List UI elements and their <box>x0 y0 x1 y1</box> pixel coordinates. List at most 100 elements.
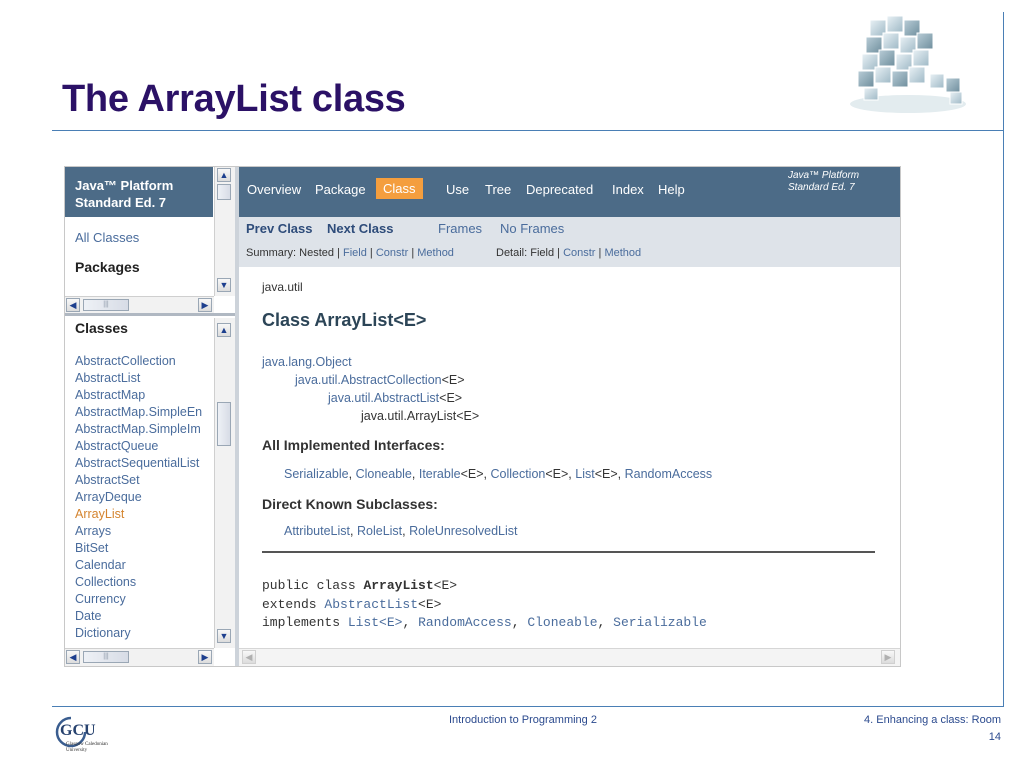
detail-constr-link[interactable]: Constr <box>563 247 595 259</box>
all-classes-link[interactable]: All Classes <box>75 230 139 245</box>
list-link[interactable]: List <box>575 467 594 481</box>
nav-tree[interactable]: Tree <box>485 182 511 197</box>
class-list-item[interactable]: Calendar <box>75 557 215 574</box>
hierarchy-row: java.util.AbstractCollection<E> <box>295 373 465 387</box>
scroll-left-icon[interactable]: ◀ <box>66 298 80 312</box>
list-code-link[interactable]: List<E> <box>348 615 403 630</box>
nav-class[interactable]: Class <box>376 178 423 199</box>
cloneable-code-link[interactable]: Cloneable <box>527 615 597 630</box>
packages-heading: Packages <box>75 259 140 275</box>
summary-field-link[interactable]: Field <box>343 247 367 259</box>
sub-navbar: Prev Class Next Class Frames No Frames S… <box>239 217 900 267</box>
class-list-item[interactable]: ArrayList <box>75 506 215 523</box>
scroll-down-icon[interactable]: ▼ <box>217 278 231 292</box>
hierarchy-class-name: java.util.ArrayList <box>361 409 457 423</box>
classes-heading: Classes <box>75 320 128 336</box>
class-list-item[interactable]: AbstractMap.SimpleIm <box>75 421 215 438</box>
scroll-left-icon[interactable]: ◀ <box>242 650 256 664</box>
packages-vscroll[interactable]: ▲ ▼ <box>214 167 235 296</box>
code-line-2: extends AbstractList<E> <box>262 597 442 612</box>
scroll-thumb[interactable] <box>217 184 231 200</box>
class-title: Class ArrayList<E> <box>262 310 427 330</box>
cloneable-link[interactable]: Cloneable <box>356 467 412 481</box>
class-list-item[interactable]: Collections <box>75 574 215 591</box>
scroll-right-icon[interactable]: ▶ <box>198 298 212 312</box>
detail-method-link[interactable]: Method <box>604 247 641 259</box>
javadoc-screenshot: Java™ Platform Standard Ed. 7 ▲ ▼ All Cl… <box>64 166 901 667</box>
footer-course: Introduction to Programming 2 <box>449 714 597 726</box>
class-list-item[interactable]: AbstractSet <box>75 472 215 489</box>
prev-class-link[interactable]: Prev Class <box>246 221 313 236</box>
classes-vscroll[interactable]: ▲ ▼ <box>214 318 235 648</box>
next-class-link[interactable]: Next Class <box>327 221 393 236</box>
nav-deprecated[interactable]: Deprecated <box>526 182 593 197</box>
logo-text: GCU <box>60 722 96 739</box>
no-frames-link[interactable]: No Frames <box>500 221 564 236</box>
class-list-item[interactable]: AbstractList <box>75 370 215 387</box>
hierarchy-class-name[interactable]: java.util.AbstractList <box>328 391 439 405</box>
title-divider <box>52 130 1004 131</box>
role-list-link[interactable]: RoleList <box>357 524 402 538</box>
classes-hscroll[interactable]: ◀ ||| ▶ <box>65 648 214 666</box>
serializable-code-link[interactable]: Serializable <box>613 615 707 630</box>
class-list-item[interactable]: AbstractSequentialList <box>75 455 215 472</box>
attribute-list-link[interactable]: AttributeList <box>284 524 350 538</box>
hscroll-thumb[interactable]: ||| <box>83 651 129 663</box>
hierarchy-class-name[interactable]: java.lang.Object <box>262 355 352 369</box>
class-list-item[interactable]: Date <box>75 608 215 625</box>
content-hscroll[interactable]: ◀ ▶ <box>239 648 900 666</box>
left-panel-header: Java™ Platform Standard Ed. 7 <box>65 167 213 217</box>
frame-splitter[interactable] <box>65 313 235 316</box>
nav-package[interactable]: Package <box>315 182 366 197</box>
detail-links: Detail: Field | Constr | Method <box>496 247 642 259</box>
collection-link[interactable]: Collection <box>490 467 545 481</box>
slide-title: The ArrayList class <box>62 78 406 120</box>
nav-index[interactable]: Index <box>612 182 644 197</box>
random-access-link[interactable]: RandomAccess <box>625 467 713 481</box>
scroll-down-icon[interactable]: ▼ <box>217 629 231 643</box>
nav-help[interactable]: Help <box>658 182 685 197</box>
class-list-item[interactable]: AbstractQueue <box>75 438 215 455</box>
scroll-up-icon[interactable]: ▲ <box>217 168 231 182</box>
serializable-link[interactable]: Serializable <box>284 467 349 481</box>
footer-divider <box>52 706 1004 707</box>
class-list-item[interactable]: Currency <box>75 591 215 608</box>
nav-brand: Java™ Platform Standard Ed. 7 <box>788 170 860 193</box>
class-list-item[interactable]: AbstractCollection <box>75 353 215 370</box>
scroll-thumb[interactable] <box>217 402 231 446</box>
scroll-up-icon[interactable]: ▲ <box>217 323 231 337</box>
interfaces-heading: All Implemented Interfaces: <box>262 437 445 453</box>
class-list-item[interactable]: AbstractMap.SimpleEn <box>75 404 215 421</box>
class-list-item[interactable]: Arrays <box>75 523 215 540</box>
cubes-decoration-icon <box>850 15 966 113</box>
logo-subtext: Glasgow Caledonian University <box>66 742 108 753</box>
hierarchy-row: java.lang.Object <box>262 355 352 369</box>
class-list-item[interactable]: Dictionary <box>75 625 215 642</box>
summary-constr-link[interactable]: Constr <box>376 247 408 259</box>
code-line-3: implements List<E>, RandomAccess, Clonea… <box>262 615 707 630</box>
iterable-link[interactable]: Iterable <box>419 467 461 481</box>
class-list-item[interactable]: AbstractMap <box>75 387 215 404</box>
page-number: 14 <box>988 731 1001 743</box>
scroll-left-icon[interactable]: ◀ <box>66 650 80 664</box>
scroll-right-icon[interactable]: ▶ <box>881 650 895 664</box>
random-access-code-link[interactable]: RandomAccess <box>418 615 512 630</box>
nav-overview[interactable]: Overview <box>247 182 301 197</box>
role-unresolved-list-link[interactable]: RoleUnresolvedList <box>409 524 517 538</box>
class-list-item[interactable]: BitSet <box>75 540 215 557</box>
gcu-logo: GCU Glasgow Caledonian University <box>54 715 134 755</box>
hscroll-thumb[interactable]: ||| <box>83 299 129 311</box>
summary-links: Summary: Nested | Field | Constr | Metho… <box>246 247 454 259</box>
interfaces-list: Serializable, Cloneable, Iterable<E>, Co… <box>284 467 713 481</box>
nav-use[interactable]: Use <box>446 182 469 197</box>
scroll-right-icon[interactable]: ▶ <box>198 650 212 664</box>
class-list-item[interactable]: ArrayDeque <box>75 489 215 506</box>
abstract-list-code-link[interactable]: AbstractList <box>324 597 418 612</box>
summary-method-link[interactable]: Method <box>417 247 454 259</box>
hierarchy-class-name[interactable]: java.util.AbstractCollection <box>295 373 442 387</box>
packages-hscroll[interactable]: ◀ ||| ▶ <box>65 296 214 314</box>
frames-link[interactable]: Frames <box>438 221 482 236</box>
platform-label: Java™ Platform <box>75 178 174 193</box>
top-navbar: Overview Package Class Use Tree Deprecated Ind… <box>239 167 900 217</box>
subclasses-heading: Direct Known Subclasses: <box>262 496 438 512</box>
